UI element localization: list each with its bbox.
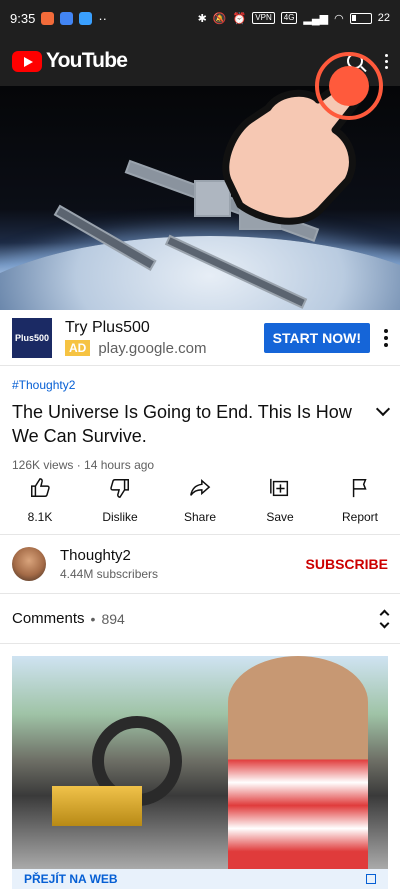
report-button[interactable]: Report — [322, 476, 398, 532]
share-icon — [188, 476, 212, 500]
alarm-icon: ⏰ — [232, 12, 247, 25]
battery-level: 22 — [377, 12, 390, 24]
ad-badge: AD — [65, 340, 91, 356]
comments-label: Comments — [12, 610, 85, 627]
app-notification-icon — [41, 11, 55, 25]
ad-card-cta-label: PŘEJÍT NA WEB — [24, 872, 118, 886]
video-hashtag[interactable]: #Thoughty2 — [12, 378, 388, 392]
subscribe-button[interactable]: SUBSCRIBE — [306, 556, 388, 572]
person-image — [228, 656, 368, 886]
thumb-up-icon — [28, 476, 52, 500]
network-type-icon: 4G — [280, 12, 298, 24]
bluetooth-icon: ✱ — [197, 12, 207, 25]
like-count: 8.1K — [27, 510, 53, 524]
tap-indicator-dot — [329, 66, 369, 106]
channel-name[interactable]: Thoughty2 — [60, 547, 158, 564]
subscriber-count: 4.44M subscribers — [60, 567, 159, 581]
dislike-button[interactable]: Dislike — [82, 476, 158, 532]
vpn-icon: VPN — [252, 12, 275, 24]
brand-wordmark: YouTube — [46, 49, 128, 72]
ad-card-cta[interactable]: PŘEJÍT NA WEB — [12, 869, 388, 889]
save-label: Save — [266, 510, 294, 524]
ad-title: Try Plus500 — [65, 318, 150, 336]
like-button[interactable]: 8.1K — [2, 476, 78, 532]
app-notification-icon — [79, 11, 93, 25]
sponsored-ad[interactable]: Plus500 Try Plus500 AD play.google.com S… — [0, 310, 400, 366]
video-meta: 126K views · 14 hours ago — [12, 458, 155, 472]
channel-row[interactable]: Thoughty2 4.44M subscribers SUBSCRIBE — [0, 534, 400, 594]
battery-icon — [349, 12, 372, 24]
ad-more-icon[interactable] — [384, 328, 388, 347]
flag-icon — [348, 476, 372, 500]
save-icon — [268, 476, 292, 500]
ad-domain: play.google.com — [98, 339, 207, 357]
share-label: Share — [183, 510, 217, 524]
more-notifications-icon: ·· — [98, 10, 107, 26]
advertiser-logo: Plus500 — [12, 317, 52, 358]
thumb-down-icon — [108, 476, 132, 500]
status-bar: 9:35 ·· ✱ 🔕 ⏰ VPN 4G ▂▄▆ ◠ 22 — [0, 0, 400, 36]
channel-avatar[interactable] — [12, 547, 46, 581]
ad-cta-button[interactable]: START NOW! — [263, 322, 370, 353]
expand-collapse-icon[interactable] — [379, 609, 390, 628]
comments-count-prefix: • — [90, 610, 96, 627]
dislike-label: Dislike — [102, 510, 138, 524]
video-actions: 8.1K Dislike Share Save Report — [0, 476, 400, 532]
mute-icon: 🔕 — [212, 12, 227, 25]
save-button[interactable]: Save — [242, 476, 318, 532]
comments-section[interactable]: Comments • 894 — [0, 594, 400, 644]
youtube-play-icon — [12, 50, 42, 72]
wifi-icon: ◠ — [334, 12, 344, 25]
youtube-logo[interactable]: YouTube — [12, 49, 128, 73]
video-info: #Thoughty2 The Universe Is Going to End.… — [12, 378, 391, 472]
display-ad-card[interactable]: PŘEJÍT NA WEB — [12, 656, 388, 889]
gold-bars-image — [52, 786, 142, 826]
chevron-down-icon[interactable] — [375, 401, 391, 417]
external-link-icon — [366, 874, 376, 884]
comments-count: 894 — [101, 610, 125, 627]
signal-icon: ▂▄▆ — [303, 12, 329, 25]
status-time: 9:35 — [10, 10, 36, 26]
google-icon — [60, 11, 74, 25]
share-button[interactable]: Share — [162, 476, 238, 532]
video-title[interactable]: The Universe Is Going to End. This Is Ho… — [12, 400, 362, 448]
report-label: Report — [341, 510, 379, 524]
